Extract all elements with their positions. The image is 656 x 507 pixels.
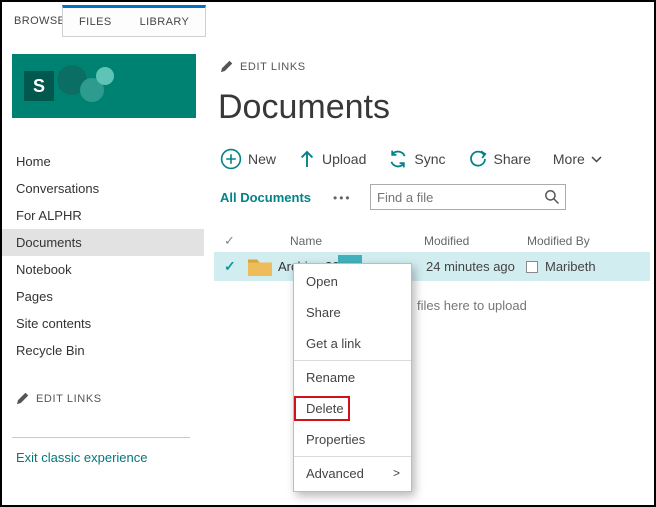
- sidebar-item-pages[interactable]: Pages: [2, 283, 204, 310]
- list-column-headers: ✓ Name Modified Modified By: [212, 228, 646, 254]
- sidebar-item-site-contents[interactable]: Site contents: [2, 310, 204, 337]
- current-view-link[interactable]: All Documents: [220, 190, 311, 205]
- page-title: Documents: [218, 88, 390, 126]
- exit-classic-experience-link[interactable]: Exit classic experience: [16, 450, 148, 465]
- view-selector-row: All Documents •••: [220, 184, 566, 210]
- pencil-icon: [220, 60, 233, 73]
- column-header-modified[interactable]: Modified: [424, 228, 469, 254]
- pencil-icon: [16, 392, 29, 405]
- main-content: EDIT LINKS Documents New Upload Sync Sha…: [212, 40, 654, 505]
- search-button[interactable]: [539, 185, 565, 209]
- context-menu-divider: [294, 360, 411, 361]
- context-menu-item-advanced[interactable]: Advanced >: [294, 458, 411, 489]
- ribbon-contextual-tab-group: FILES LIBRARY: [62, 5, 207, 37]
- context-menu-item-delete-label: Delete: [306, 401, 344, 416]
- page-edit-links[interactable]: EDIT LINKS: [220, 60, 306, 73]
- context-menu-item-advanced-label: Advanced: [306, 466, 364, 481]
- sidebar-item-home[interactable]: Home: [2, 148, 204, 175]
- more-button-label: More: [552, 151, 585, 167]
- context-menu-item-get-a-link[interactable]: Get a link: [294, 328, 411, 359]
- context-menu-item-share[interactable]: Share: [294, 297, 411, 328]
- page-edit-links-label: EDIT LINKS: [240, 60, 306, 73]
- sidebar-divider: [12, 437, 190, 438]
- command-bar: New Upload Sync Share More: [220, 148, 602, 170]
- sidebar-item-notebook[interactable]: Notebook: [2, 256, 204, 283]
- share-circle-icon: [469, 150, 487, 167]
- sidebar-edit-links[interactable]: EDIT LINKS: [16, 392, 102, 405]
- submenu-arrow-icon: >: [392, 466, 400, 480]
- column-header-modified-by[interactable]: Modified By: [527, 228, 590, 254]
- context-menu: Open Share Get a link Rename Delete Prop…: [293, 263, 412, 492]
- context-menu-item-delete[interactable]: Delete: [294, 393, 411, 424]
- tab-files[interactable]: FILES: [65, 16, 126, 28]
- context-menu-item-rename[interactable]: Rename: [294, 362, 411, 393]
- magnifier-icon: [545, 190, 560, 205]
- tab-browse[interactable]: BROWSE: [14, 2, 65, 40]
- presence-checkbox-icon: [526, 260, 538, 273]
- upload-button[interactable]: Upload: [298, 149, 366, 169]
- column-header-name[interactable]: Name: [290, 228, 322, 254]
- sidebar-nav: Home Conversations For ALPHR Documents N…: [2, 148, 204, 364]
- context-menu-divider: [294, 456, 411, 457]
- row-modified-by-value: Maribeth: [545, 259, 596, 274]
- ribbon-tab-bar: BROWSE FILES LIBRARY: [2, 2, 654, 40]
- site-logo[interactable]: S: [12, 54, 196, 118]
- more-button[interactable]: More: [553, 151, 602, 167]
- context-menu-item-properties[interactable]: Properties: [294, 424, 411, 455]
- context-menu-item-open[interactable]: Open: [294, 266, 411, 297]
- sidebar-item-conversations[interactable]: Conversations: [2, 175, 204, 202]
- tab-library[interactable]: LIBRARY: [126, 16, 204, 28]
- folder-icon[interactable]: [248, 257, 272, 276]
- sharepoint-logo-icon: S: [24, 71, 54, 101]
- plus-circle-icon: [220, 148, 242, 170]
- sidebar-item-documents[interactable]: Documents: [2, 229, 204, 256]
- search-input[interactable]: [371, 189, 539, 205]
- drag-drop-hint: files here to upload: [417, 298, 527, 313]
- view-ellipsis-button[interactable]: •••: [333, 191, 352, 205]
- row-selected-check-icon[interactable]: ✓: [224, 252, 236, 281]
- sidebar: S Home Conversations For ALPHR Documents…: [2, 40, 204, 505]
- share-button[interactable]: Share: [468, 149, 531, 169]
- search-box: [370, 184, 566, 210]
- select-all-checkbox[interactable]: ✓: [224, 228, 235, 254]
- sync-arrows-icon: [390, 150, 406, 168]
- table-row[interactable]: ✓ Archive 2021 24 minutes ago Maribeth: [214, 252, 650, 281]
- sharepoint-classic-window: BROWSE FILES LIBRARY S Home Conversation…: [0, 0, 656, 507]
- upload-button-label: Upload: [322, 151, 367, 167]
- chevron-down-icon: [591, 155, 602, 163]
- sidebar-item-for-alphr[interactable]: For ALPHR: [2, 202, 204, 229]
- sync-button-label: Sync: [414, 151, 446, 167]
- sidebar-item-recycle-bin[interactable]: Recycle Bin: [2, 337, 204, 364]
- row-modified-by-cell: Maribeth: [526, 252, 596, 281]
- share-button-label: Share: [493, 151, 531, 167]
- upload-arrow-icon: [300, 150, 314, 167]
- sidebar-edit-links-label: EDIT LINKS: [36, 392, 102, 405]
- new-button[interactable]: New: [220, 148, 276, 170]
- new-button-label: New: [248, 151, 277, 167]
- sync-button[interactable]: Sync: [388, 149, 446, 169]
- sharepoint-logo-circles-icon: [57, 65, 114, 102]
- row-modified-value: 24 minutes ago: [426, 259, 515, 274]
